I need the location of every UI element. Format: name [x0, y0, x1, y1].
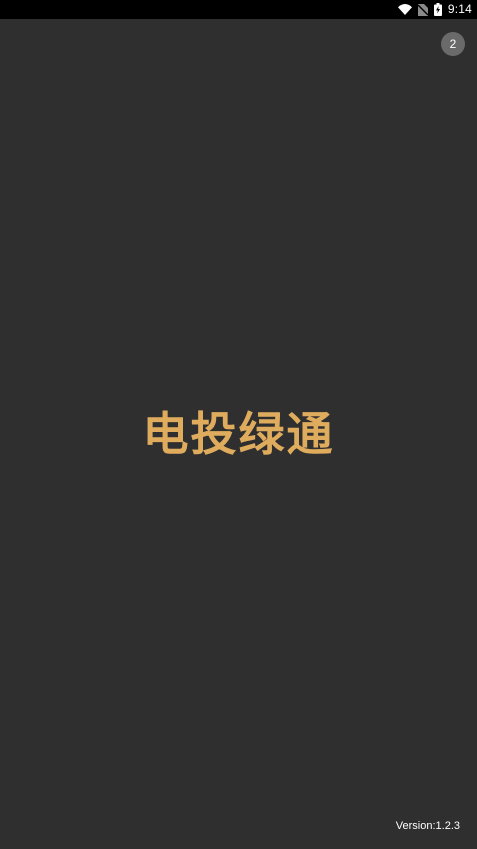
app-logo-text: 电投绿通	[142, 407, 335, 461]
wifi-icon	[397, 4, 412, 15]
battery-charging-icon	[433, 3, 442, 16]
skip-countdown-button[interactable]: 2	[441, 32, 465, 56]
status-icons: 9:14	[397, 1, 472, 18]
no-sim-icon	[417, 3, 428, 16]
status-time: 9:14	[447, 2, 472, 16]
status-bar: 9:14	[0, 0, 477, 19]
version-label: Version:1.2.3	[395, 820, 460, 832]
